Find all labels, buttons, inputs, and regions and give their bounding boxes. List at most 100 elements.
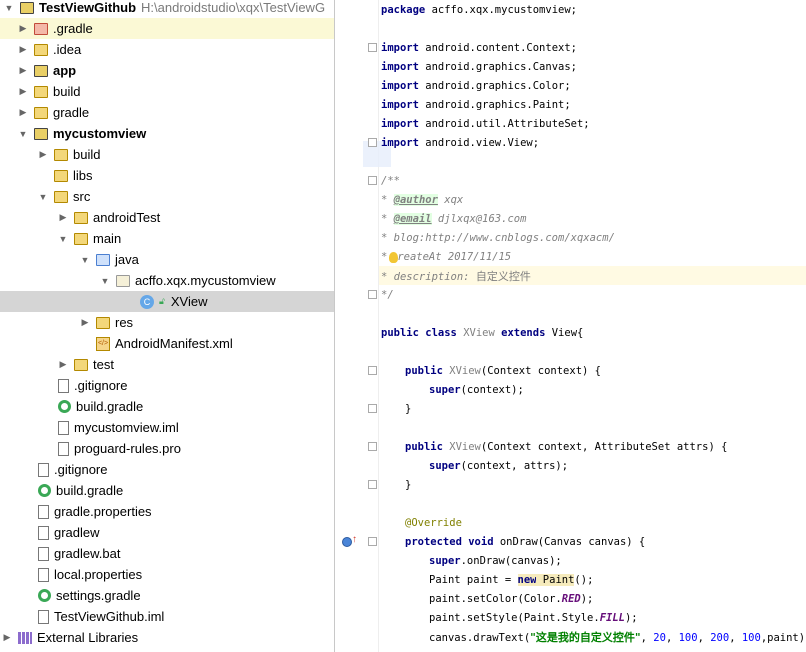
code-line: */ bbox=[381, 289, 394, 301]
tree-item-libs[interactable]: ▶ libs bbox=[0, 165, 334, 186]
fold-marker[interactable] bbox=[368, 480, 377, 489]
fold-marker[interactable] bbox=[368, 366, 377, 375]
code-token: (context); bbox=[460, 384, 524, 396]
tree-item-label: .idea bbox=[53, 42, 82, 57]
collapsed-arrow-icon[interactable]: ▶ bbox=[18, 86, 28, 97]
code-line: * @email djlxqx@163.com bbox=[381, 210, 526, 229]
override-method-icon[interactable] bbox=[342, 537, 352, 547]
tree-item-gradlew[interactable]: ▶ gradlew bbox=[0, 522, 334, 543]
tree-item-java[interactable]: ▼ java bbox=[0, 249, 334, 270]
tree-item-gitignore[interactable]: ▶ .gitignore bbox=[0, 459, 334, 480]
tree-item-mycustomview[interactable]: ▼ mycustomview bbox=[0, 123, 334, 144]
file-icon bbox=[38, 462, 49, 477]
tree-item-label: build.gradle bbox=[56, 483, 124, 498]
code-editor[interactable]: package acffo.xqx.mycustomview; import a… bbox=[379, 0, 806, 652]
tree-item-manifest[interactable]: ▶ </> AndroidManifest.xml bbox=[0, 333, 334, 354]
tree-item-src[interactable]: ▼ src bbox=[0, 186, 334, 207]
folder-icon bbox=[54, 169, 68, 182]
code-token: (Context context) { bbox=[480, 365, 601, 377]
tree-item-local-properties[interactable]: ▶ local.properties bbox=[0, 564, 334, 585]
class-icon: C bbox=[140, 294, 154, 309]
code-line: package acffo.xqx.mycustomview; bbox=[381, 1, 577, 20]
tree-item-settings-gradle[interactable]: ▶ settings.gradle bbox=[0, 585, 334, 606]
code-line: /** bbox=[381, 175, 400, 187]
expanded-arrow-icon[interactable]: ▼ bbox=[100, 276, 110, 286]
collapsed-arrow-icon[interactable]: ▶ bbox=[58, 359, 68, 370]
tree-item-label: .gradle bbox=[53, 21, 93, 36]
expanded-arrow-icon[interactable]: ▼ bbox=[18, 129, 28, 139]
code-token: , bbox=[729, 632, 742, 644]
code-token: public bbox=[381, 327, 419, 339]
project-path: H:\androidstudio\xqx\TestViewG bbox=[141, 0, 326, 15]
code-token: Paint paint = bbox=[429, 574, 518, 586]
tree-item-label: res bbox=[115, 315, 134, 330]
fold-marker[interactable] bbox=[368, 43, 377, 52]
tree-item-test[interactable]: ▶ test bbox=[0, 354, 334, 375]
expanded-arrow-icon[interactable]: ▼ bbox=[80, 255, 90, 265]
fold-marker[interactable] bbox=[368, 290, 377, 299]
code-token: * bbox=[381, 251, 388, 263]
collapsed-arrow-icon[interactable]: ▶ bbox=[18, 107, 28, 118]
code-token: 100 bbox=[741, 632, 761, 644]
tree-item-xview[interactable]: ▶ C 🔓︎ XView bbox=[0, 291, 334, 312]
collapsed-arrow-icon[interactable]: ▶ bbox=[58, 212, 68, 223]
fold-marker[interactable] bbox=[368, 138, 377, 147]
code-token: super bbox=[429, 384, 461, 396]
tree-item-project-iml[interactable]: ▶ TestViewGithub.iml bbox=[0, 606, 334, 627]
tree-item-module-build[interactable]: ▶ build bbox=[0, 144, 334, 165]
code-line: import android.graphics.Paint; bbox=[381, 96, 571, 115]
fold-marker[interactable] bbox=[368, 442, 377, 451]
code-token: XView bbox=[449, 365, 481, 377]
collapsed-arrow-icon[interactable]: ▶ bbox=[80, 317, 90, 328]
collapsed-arrow-icon[interactable]: ▶ bbox=[18, 65, 28, 76]
code-token: onDraw(Canvas canvas) { bbox=[493, 536, 646, 548]
tree-item-gradlew-bat[interactable]: ▶ gradlew.bat bbox=[0, 543, 334, 564]
tree-item-module-iml[interactable]: ▶ mycustomview.iml bbox=[0, 417, 334, 438]
collapsed-arrow-icon[interactable]: ▶ bbox=[38, 149, 48, 160]
code-token: canvas.drawText( bbox=[429, 632, 531, 644]
code-token: extends bbox=[501, 327, 546, 339]
expanded-arrow-icon[interactable]: ▼ bbox=[58, 234, 68, 244]
code-line: public XView(Context context) { bbox=[405, 362, 601, 381]
code-token: super bbox=[429, 460, 461, 472]
tree-item-build-gradle[interactable]: ▶ build.gradle bbox=[0, 480, 334, 501]
tree-item-build[interactable]: ▶ build bbox=[0, 81, 334, 102]
expanded-arrow-icon[interactable]: ▼ bbox=[38, 192, 48, 202]
collapsed-arrow-icon[interactable]: ▶ bbox=[18, 23, 28, 34]
project-tree-panel: ▼ TestViewGithub H:\androidstudio\xqx\Te… bbox=[0, 0, 334, 652]
collapsed-arrow-icon[interactable]: ▶ bbox=[2, 632, 12, 643]
tree-item-gradle-properties[interactable]: ▶ gradle.properties bbox=[0, 501, 334, 522]
code-line: import android.graphics.Color; bbox=[381, 77, 571, 96]
tree-item-module-build-gradle[interactable]: ▶ build.gradle bbox=[0, 396, 334, 417]
tree-item-androidtest[interactable]: ▶ androidTest bbox=[0, 207, 334, 228]
tree-item-app[interactable]: ▶ app bbox=[0, 60, 334, 81]
tree-item-gradle[interactable]: ▶ gradle bbox=[0, 102, 334, 123]
code-line: paint.setStyle(Paint.Style.FILL); bbox=[429, 609, 638, 628]
tree-item-res[interactable]: ▶ res bbox=[0, 312, 334, 333]
collapsed-arrow-icon[interactable]: ▶ bbox=[18, 44, 28, 55]
code-token: 20 bbox=[653, 632, 666, 644]
tree-item-main[interactable]: ▼ main bbox=[0, 228, 334, 249]
code-token: protected bbox=[405, 536, 462, 548]
tree-item-gradle-dir[interactable]: ▶ .gradle bbox=[0, 18, 334, 39]
tree-item-idea[interactable]: ▶ .idea bbox=[0, 39, 334, 60]
code-line: import android.util.AttributeSet; bbox=[381, 115, 590, 134]
expanded-arrow-icon[interactable]: ▼ bbox=[4, 3, 14, 13]
iml-file-icon bbox=[38, 609, 49, 624]
code-line: public class XView extends View{ bbox=[381, 324, 583, 343]
code-token: import bbox=[381, 118, 419, 130]
code-line: import android.content.Context; bbox=[381, 39, 577, 58]
fold-marker[interactable] bbox=[368, 537, 377, 546]
fold-marker[interactable] bbox=[368, 176, 377, 185]
tree-item-label: gradlew.bat bbox=[54, 546, 121, 561]
tree-item-module-gitignore[interactable]: ▶ .gitignore bbox=[0, 375, 334, 396]
tree-item-proguard[interactable]: ▶ proguard-rules.pro bbox=[0, 438, 334, 459]
tree-item-root[interactable]: ▼ TestViewGithub H:\androidstudio\xqx\Te… bbox=[0, 0, 334, 18]
code-token: android.graphics.Color; bbox=[418, 80, 571, 92]
tree-item-label: build bbox=[73, 147, 101, 162]
lightbulb-icon[interactable] bbox=[389, 252, 398, 263]
tree-item-external-libraries[interactable]: ▶ External Libraries bbox=[0, 627, 334, 648]
tree-item-label: src bbox=[73, 189, 91, 204]
fold-marker[interactable] bbox=[368, 404, 377, 413]
tree-item-package[interactable]: ▼ acffo.xqx.mycustomview bbox=[0, 270, 334, 291]
